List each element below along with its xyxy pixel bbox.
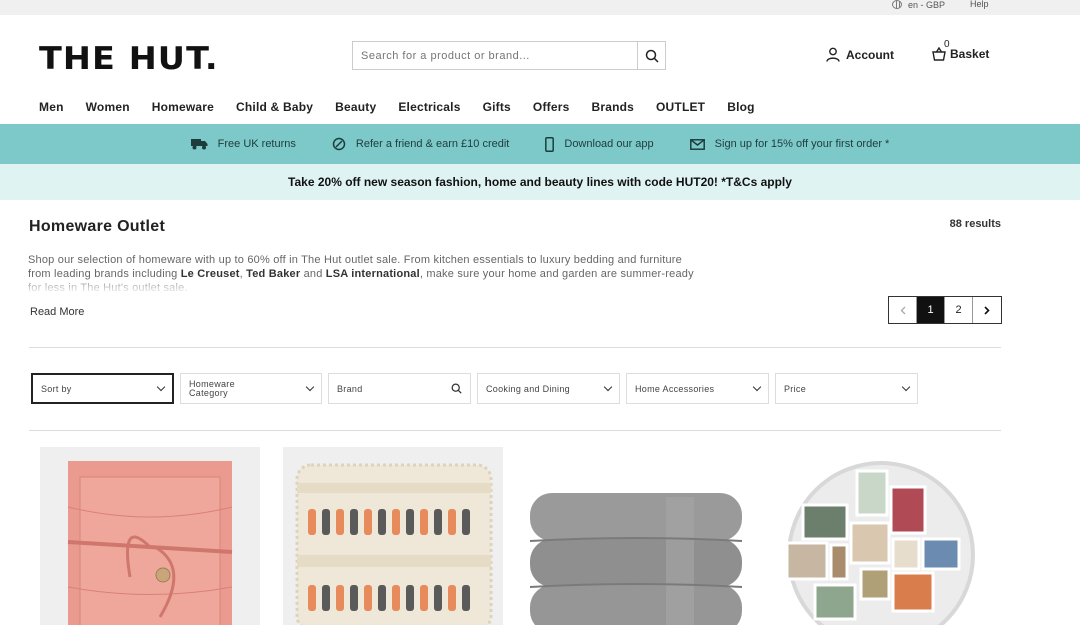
benefit-signup-text: Sign up for 15% off your first order * [714, 138, 890, 150]
nav-item-women[interactable]: Women [86, 100, 130, 114]
benefit-signup[interactable]: Sign up for 15% off your first order * [689, 138, 890, 150]
chevron-left-icon [900, 306, 905, 314]
filter-cooking-label: Cooking and Dining [486, 383, 570, 394]
nav-item-homeware[interactable]: Homeware [152, 100, 214, 114]
pagination-prev-button[interactable] [889, 297, 917, 323]
description-fade [28, 280, 708, 294]
pink-blanket-image [67, 461, 233, 625]
nav-item-offers[interactable]: Offers [533, 100, 570, 114]
benefit-app[interactable]: Download our app [545, 136, 654, 152]
filter-price[interactable]: Price [775, 373, 918, 404]
sort-label: Sort by [41, 383, 72, 394]
page-title: Homeware Outlet [29, 218, 166, 235]
refer-icon [332, 137, 346, 151]
divider [29, 347, 1001, 348]
divider [29, 430, 1001, 431]
filter-accessories-label: Home Accessories [635, 383, 715, 394]
read-more-button[interactable]: Read More [30, 306, 84, 318]
search-icon [451, 383, 462, 394]
filter-price-label: Price [784, 383, 807, 394]
basket-label: Basket [950, 47, 990, 61]
benefits-bar: Free UK returns Refer a friend & earn £1… [0, 124, 1080, 164]
pagination-next-button[interactable] [973, 297, 1001, 323]
user-icon [826, 47, 840, 62]
search-bar [352, 41, 666, 70]
product-image[interactable] [769, 447, 989, 625]
brand-link-ted-baker[interactable]: Ted Baker [246, 268, 300, 280]
search-input[interactable] [353, 42, 637, 69]
locale-label: en - GBP [908, 0, 946, 10]
truck-icon [190, 139, 208, 150]
brand-link-lsa[interactable]: LSA international [326, 268, 420, 280]
benefit-returns-text: Free UK returns [217, 138, 296, 150]
benefit-returns[interactable]: Free UK returns [190, 138, 296, 150]
benefit-refer-text: Refer a friend & earn £10 credit [355, 138, 510, 150]
nav-item-blog[interactable]: Blog [727, 100, 754, 114]
chevron-down-icon [752, 382, 762, 392]
nav-item-gifts[interactable]: Gifts [483, 100, 511, 114]
filter-category-label: Homeware Category [189, 378, 235, 398]
nav-item-beauty[interactable]: Beauty [335, 100, 376, 114]
nav-item-outlet[interactable]: OUTLET [656, 100, 705, 114]
site-logo[interactable]: THE HUT. [39, 41, 219, 77]
utility-bar: en - GBP Help [0, 0, 1080, 15]
cushion-image [295, 463, 493, 625]
chevron-right-icon [984, 305, 990, 315]
account-link[interactable]: Account [826, 47, 894, 62]
product-image[interactable] [526, 447, 746, 625]
filter-home-accessories[interactable]: Home Accessories [626, 373, 769, 404]
nav-item-men[interactable]: Men [39, 100, 64, 114]
grey-towels-image [529, 493, 743, 625]
pagination-page-1[interactable]: 1 [917, 297, 945, 323]
promo-banner[interactable]: Take 20% off new season fashion, home an… [0, 164, 1080, 200]
site-header: THE HUT. Account 0 Basket [0, 15, 1080, 95]
chevron-down-icon [603, 382, 613, 392]
chevron-down-icon [901, 382, 911, 392]
nav-item-brands[interactable]: Brands [591, 100, 634, 114]
phone-icon [545, 136, 555, 152]
sort-dropdown[interactable]: Sort by [31, 373, 174, 404]
filter-cooking-dining[interactable]: Cooking and Dining [477, 373, 620, 404]
basket-link[interactable]: 0 Basket [932, 39, 990, 61]
basket-count: 0 [944, 39, 950, 50]
main-nav: Men Women Homeware Child & Baby Beauty E… [39, 100, 777, 114]
chevron-down-icon [305, 382, 315, 392]
search-button[interactable] [637, 42, 665, 69]
pagination: 1 2 [888, 296, 1002, 324]
account-label: Account [846, 47, 894, 62]
chevron-down-icon [156, 382, 166, 392]
product-image[interactable] [283, 447, 503, 625]
locale-selector[interactable]: en - GBP [892, 0, 946, 10]
product-image[interactable] [40, 447, 260, 625]
nav-item-electricals[interactable]: Electricals [398, 100, 460, 114]
pagination-page-2[interactable]: 2 [945, 297, 973, 323]
filter-brand[interactable]: Brand [328, 373, 471, 404]
brand-link-le-creuset[interactable]: Le Creuset [181, 268, 240, 280]
search-icon [645, 49, 659, 63]
product-grid [40, 447, 989, 625]
photo-frame-image [785, 461, 975, 625]
globe-icon [892, 0, 902, 9]
nav-item-child-baby[interactable]: Child & Baby [236, 100, 313, 114]
benefit-refer[interactable]: Refer a friend & earn £10 credit [332, 137, 509, 151]
benefit-app-text: Download our app [564, 138, 654, 150]
filter-brand-label: Brand [337, 383, 363, 394]
help-link[interactable]: Help [970, 0, 989, 9]
filter-homeware-category[interactable]: Homeware Category [180, 373, 322, 404]
results-count: 88 results [949, 218, 1001, 230]
filter-bar: Sort by Homeware Category Brand Cooking a… [31, 373, 918, 404]
mail-icon [689, 138, 705, 150]
